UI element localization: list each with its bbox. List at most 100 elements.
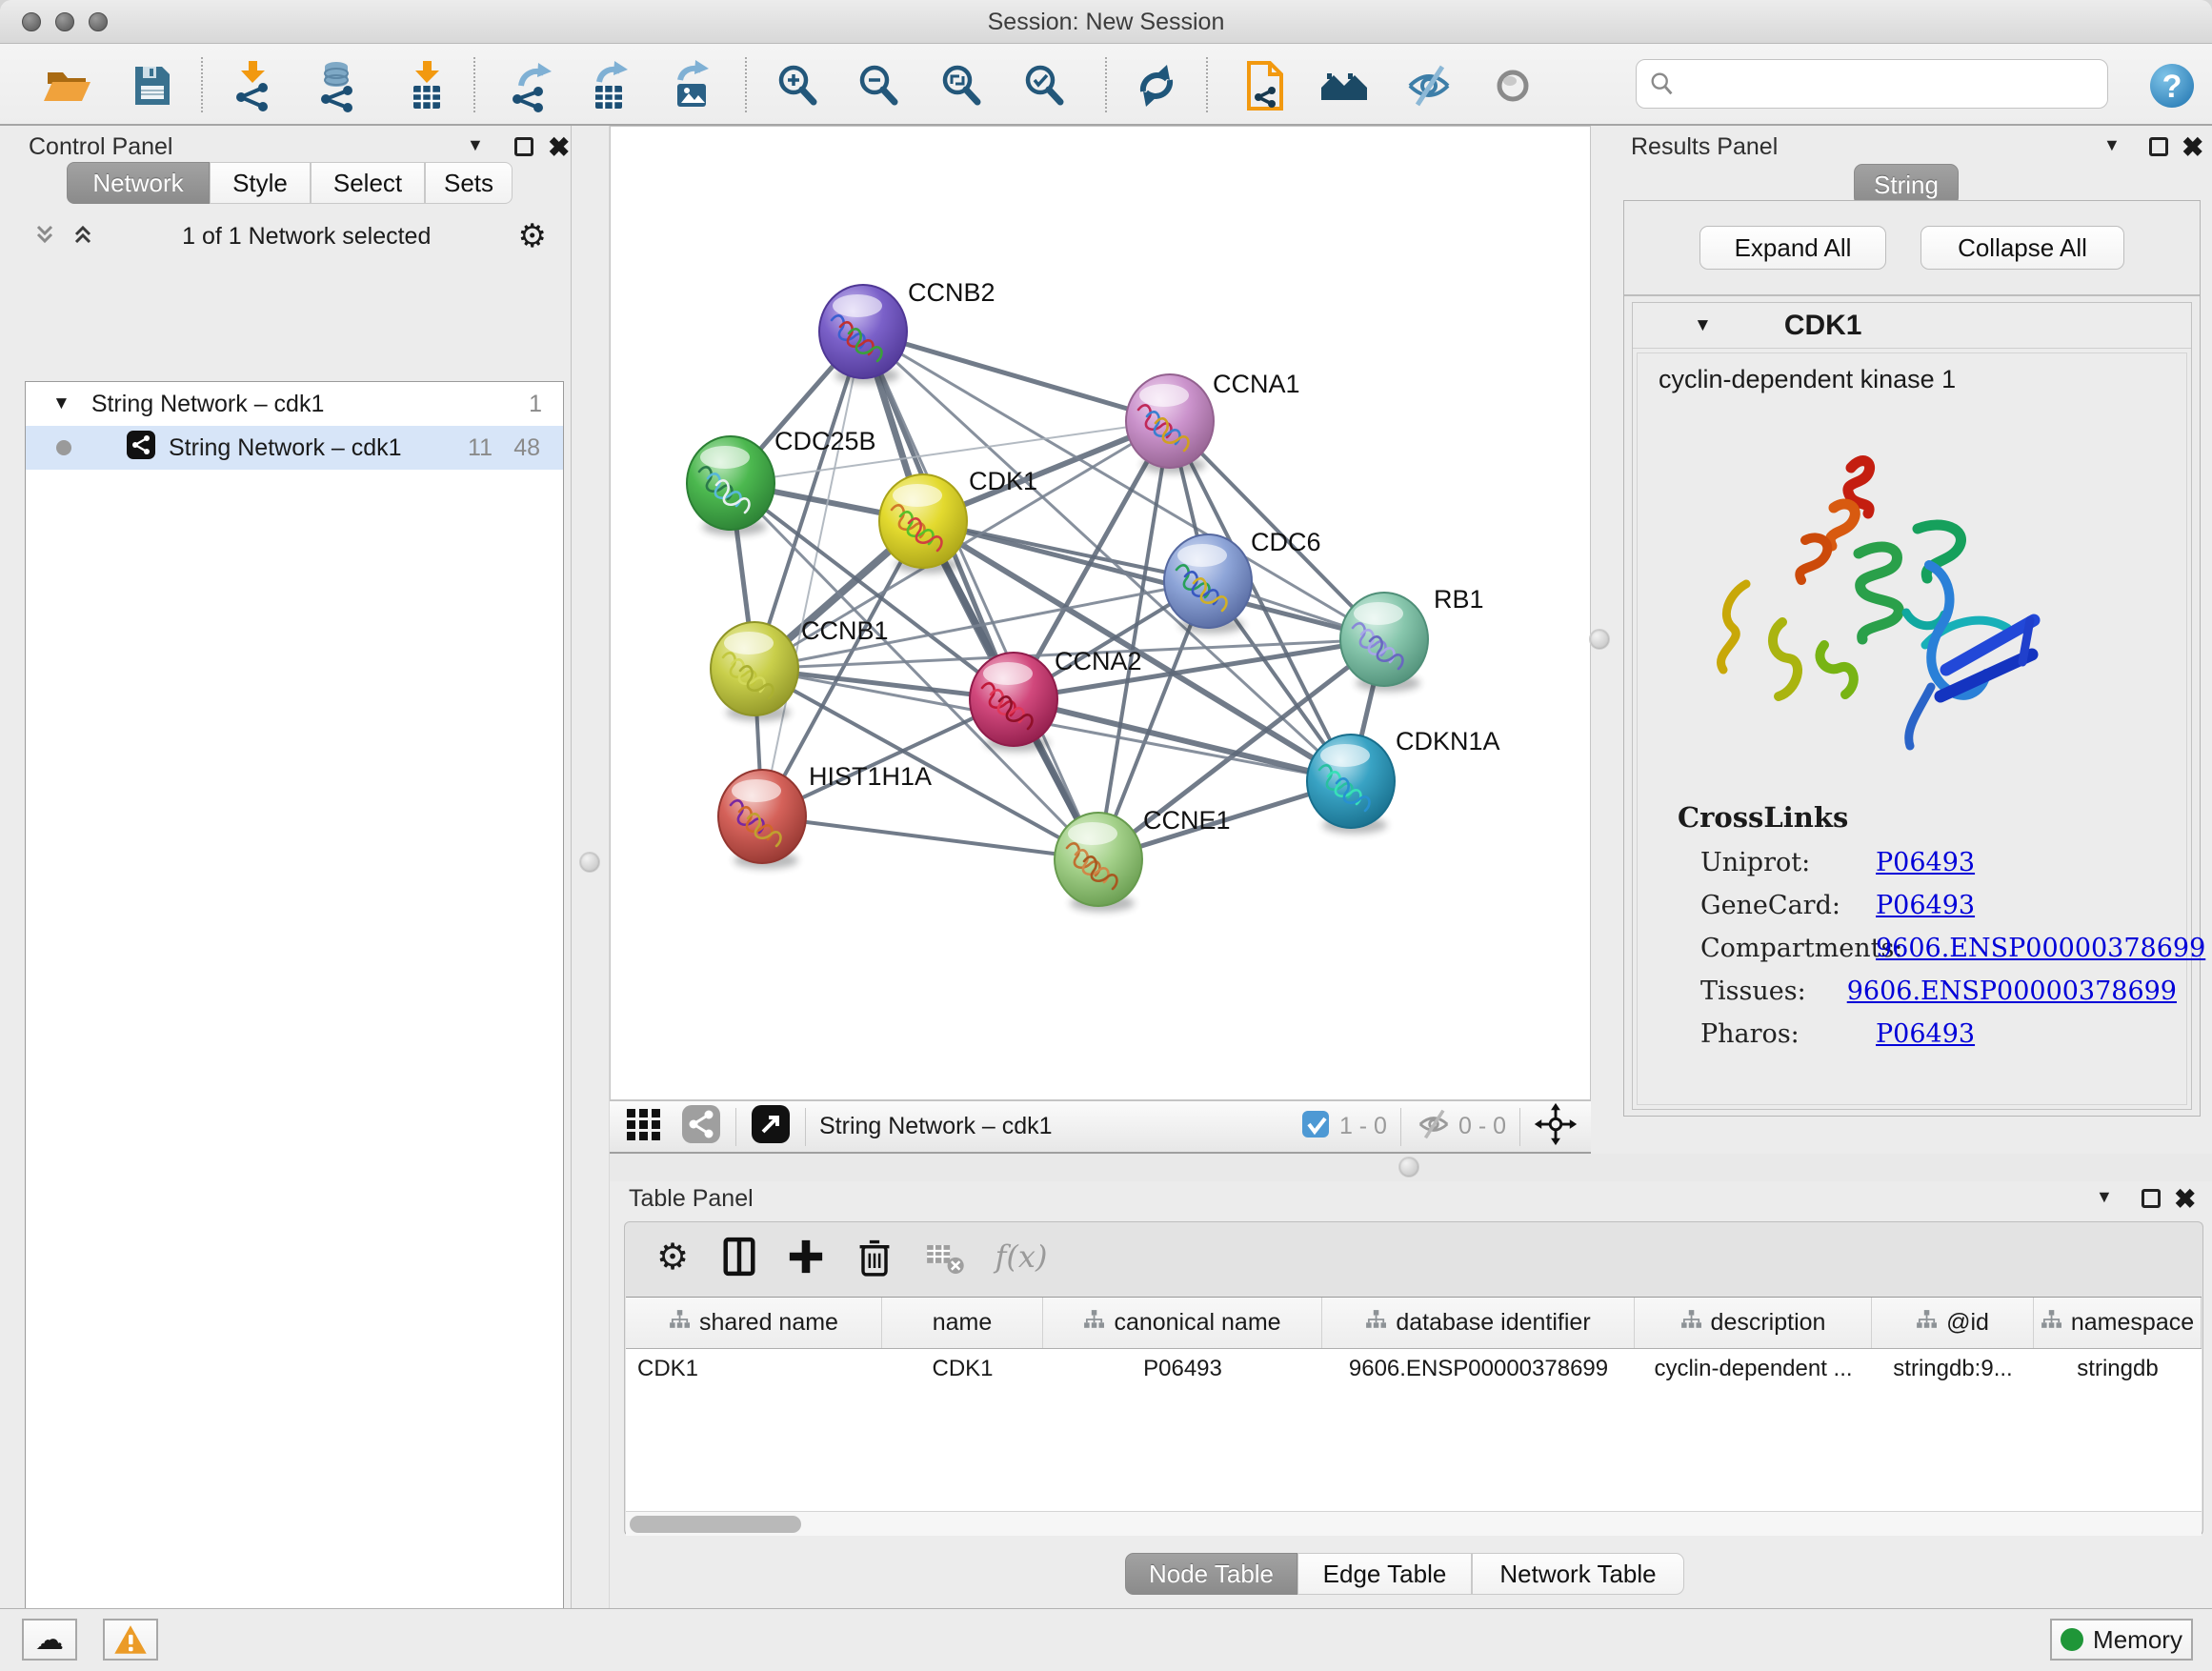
table-gear-button[interactable]: ⚙	[646, 1230, 699, 1283]
column-header-name[interactable]: name	[882, 1298, 1043, 1348]
expand-all-button[interactable]: Expand All	[1699, 226, 1886, 270]
zoom-selected-button[interactable]	[1016, 58, 1072, 113]
node-label-cdkn1a: CDKN1A	[1396, 727, 1500, 755]
tab-style[interactable]: Style	[210, 162, 311, 204]
node-label-ccnb1: CCNB1	[801, 616, 889, 645]
open-session-button[interactable]	[39, 58, 94, 113]
table-horizontal-scrollbar[interactable]	[626, 1511, 2202, 1536]
horizontal-splitter[interactable]	[610, 1154, 2212, 1181]
results-panel-close-icon[interactable]: ✖	[2182, 131, 2203, 163]
column-header-shared-name[interactable]: shared name	[626, 1298, 882, 1348]
presentation-orb-button[interactable]	[1485, 58, 1540, 113]
table-cell[interactable]: P06493	[1043, 1356, 1322, 1382]
table-row[interactable]: CDK1CDK1P064939606.ENSP00000378699cyclin…	[626, 1349, 2202, 1389]
function-builder-button-disabled[interactable]: f(x)	[995, 1230, 1048, 1283]
save-session-button[interactable]	[125, 58, 180, 113]
column-header-namespace[interactable]: namespace	[2034, 1298, 2202, 1348]
control-panel-float-icon[interactable]	[514, 137, 533, 156]
crosslink-link[interactable]: P06493	[1876, 891, 1975, 920]
table-cell[interactable]: CDK1	[882, 1356, 1043, 1382]
tab-network-table[interactable]: Network Table	[1472, 1553, 1684, 1595]
splitter-grip[interactable]	[1589, 629, 1610, 650]
cloud-button[interactable]: ☁	[22, 1619, 77, 1661]
export-network-button[interactable]	[505, 58, 560, 113]
delete-table-button-disabled[interactable]	[918, 1230, 972, 1283]
vertical-splitter-left[interactable]	[572, 126, 610, 1608]
search-input[interactable]	[1675, 70, 2096, 98]
fit-selected-crosshair-icon[interactable]	[1534, 1102, 1578, 1151]
string-import-button[interactable]	[1237, 58, 1292, 113]
birdseye-grid-icon[interactable]	[623, 1103, 665, 1150]
crosslink-link[interactable]: 9606.ENSP00000378699	[1876, 934, 2205, 963]
crosslinks-heading: CrossLinks	[1678, 801, 1848, 834]
import-network-button[interactable]	[227, 58, 282, 113]
table-panel-close-icon[interactable]: ✖	[2174, 1183, 2196, 1215]
import-table-button[interactable]	[399, 58, 454, 113]
table-cell[interactable]: stringdb:9...	[1872, 1356, 2034, 1382]
network-view[interactable]: CCNB2CCNA1CDC25BCDK1CDC6RB1CCNB1CCNA2CDK…	[610, 126, 1591, 1100]
help-button[interactable]: ?	[2144, 58, 2200, 113]
table-panel-float-icon[interactable]	[2142, 1189, 2161, 1208]
results-panel-menu-icon[interactable]: ▼	[2103, 135, 2121, 155]
edge-count: 48	[513, 434, 540, 462]
gear-icon[interactable]: ⚙	[518, 217, 547, 255]
tab-node-table[interactable]: Node Table	[1125, 1553, 1297, 1595]
network-canvas[interactable]: CCNB2CCNA1CDC25BCDK1CDC6RB1CCNB1CCNA2CDK…	[611, 127, 1590, 1099]
zoom-fit-button[interactable]	[934, 58, 989, 113]
hidden-eye-icon[interactable]	[1415, 1105, 1453, 1148]
control-panel-menu-icon[interactable]: ▼	[467, 135, 484, 155]
add-column-button[interactable]	[779, 1230, 833, 1283]
column-header-description[interactable]: description	[1635, 1298, 1872, 1348]
scrollbar-thumb[interactable]	[630, 1516, 801, 1533]
splitter-grip[interactable]	[1398, 1157, 1419, 1178]
entry-collapse-icon[interactable]: ▼	[1694, 315, 1712, 336]
splitter-grip[interactable]	[579, 852, 600, 873]
zoom-out-button[interactable]	[851, 58, 906, 113]
results-panel-float-icon[interactable]	[2149, 137, 2168, 156]
crosslink-link[interactable]: 9606.ENSP00000378699	[1847, 976, 2177, 1006]
zoom-in-button[interactable]	[770, 58, 825, 113]
tab-sets[interactable]: Sets	[425, 162, 513, 204]
table-cell[interactable]: cyclin-dependent ...	[1635, 1356, 1872, 1382]
delete-column-button[interactable]	[848, 1230, 901, 1283]
crosslink-row: Compartments:9606.ENSP00000378699	[1700, 927, 2177, 970]
hide-graphics-details-button[interactable]	[1401, 58, 1457, 113]
open-in-window-icon[interactable]	[750, 1103, 792, 1150]
network-share-gray-icon[interactable]	[680, 1103, 722, 1150]
import-network-from-database-button[interactable]	[310, 58, 365, 113]
network-row-selected[interactable]: String Network – cdk1 11 48	[26, 426, 563, 470]
collapse-all-icon[interactable]	[32, 222, 57, 252]
table-panel-menu-icon[interactable]: ▼	[2096, 1187, 2113, 1207]
node-entry-header[interactable]: ▼ CDK1	[1633, 303, 2191, 349]
control-panel-close-icon[interactable]: ✖	[548, 131, 570, 163]
select-columns-button[interactable]	[713, 1230, 766, 1283]
warnings-button[interactable]	[103, 1619, 158, 1661]
collapse-all-button[interactable]: Collapse All	[1920, 226, 2124, 270]
crosslink-link[interactable]: P06493	[1876, 848, 1975, 877]
tab-edge-table[interactable]: Edge Table	[1297, 1553, 1472, 1595]
node-gloss-highlight	[983, 662, 1033, 685]
vertical-splitter-right[interactable]	[1591, 126, 1610, 1154]
tree-expand-icon[interactable]: ▼	[52, 393, 70, 414]
table-cell[interactable]: stringdb	[2034, 1356, 2202, 1382]
memory-button[interactable]: Memory	[2050, 1619, 2193, 1661]
column-header--id[interactable]: @id	[1872, 1298, 2034, 1348]
network-edge[interactable]	[863, 332, 1170, 421]
network-edge[interactable]	[762, 816, 1098, 859]
selected-checkbox[interactable]	[1299, 1108, 1332, 1145]
network-status-dot	[56, 440, 71, 455]
apply-layout-button[interactable]	[1129, 58, 1184, 113]
tab-network[interactable]: Network	[67, 162, 210, 204]
crosslink-link[interactable]: P06493	[1876, 1019, 1975, 1049]
expand-all-icon[interactable]	[70, 222, 95, 252]
tab-select[interactable]: Select	[311, 162, 425, 204]
column-header-canonical-name[interactable]: canonical name	[1043, 1298, 1322, 1348]
node-gloss-highlight	[724, 632, 774, 654]
export-image-button[interactable]	[664, 58, 719, 113]
column-header-database-identifier[interactable]: database identifier	[1322, 1298, 1635, 1348]
table-cell[interactable]: 9606.ENSP00000378699	[1322, 1356, 1635, 1382]
export-table-button[interactable]	[583, 58, 638, 113]
home-button[interactable]	[1317, 58, 1372, 113]
table-cell[interactable]: CDK1	[626, 1356, 882, 1382]
network-collection-row[interactable]: ▼ String Network – cdk1 1	[26, 382, 563, 426]
